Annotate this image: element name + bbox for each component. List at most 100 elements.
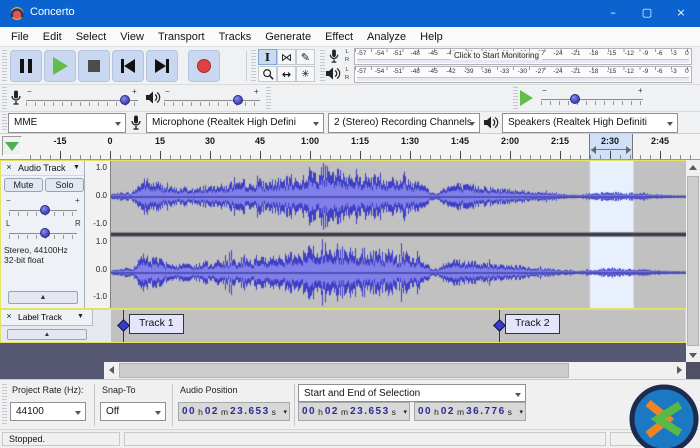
scroll-up-button[interactable] bbox=[686, 160, 700, 174]
caret-down-icon[interactable]: ▾ bbox=[403, 408, 407, 416]
timeline-options-button[interactable] bbox=[2, 136, 22, 156]
label-handle-icon[interactable] bbox=[493, 319, 506, 332]
device-toolbar: MME Microphone (Realtek High Defini 2 (S… bbox=[0, 112, 700, 134]
chevron-down-icon bbox=[515, 393, 521, 397]
menu-item[interactable]: Effect bbox=[318, 27, 360, 47]
track-title[interactable]: Audio Track bbox=[18, 163, 66, 173]
overlay-logo bbox=[628, 383, 700, 448]
label-track-title[interactable]: Label Track bbox=[18, 312, 62, 322]
audio-position-field[interactable]: 00h02m23.653s▾ bbox=[178, 402, 290, 421]
caret-down-icon[interactable]: ▾ bbox=[519, 408, 523, 416]
selection-tool-button[interactable]: I bbox=[258, 49, 277, 65]
label-text-box[interactable]: Track 1 bbox=[129, 314, 184, 334]
slider-thumb[interactable] bbox=[570, 94, 580, 104]
audio-host-select[interactable]: MME bbox=[8, 113, 126, 133]
toolbar-grip[interactable] bbox=[2, 87, 7, 109]
snap-to-select[interactable]: Off bbox=[100, 402, 166, 421]
menu-item[interactable]: Tracks bbox=[212, 27, 259, 47]
scroll-right-button[interactable] bbox=[672, 363, 686, 377]
menu-item[interactable]: View bbox=[113, 27, 151, 47]
label-text-box[interactable]: Track 2 bbox=[505, 314, 560, 334]
waveform-canvas[interactable] bbox=[111, 161, 687, 308]
time-unit: m bbox=[457, 407, 464, 417]
stop-button[interactable] bbox=[78, 50, 110, 82]
vertical-scroll-thumb[interactable] bbox=[687, 176, 699, 346]
horizontal-scroll-thumb[interactable] bbox=[119, 363, 569, 378]
playback-device-speaker-icon bbox=[484, 116, 499, 129]
meter-scale-number: -42 bbox=[446, 68, 455, 75]
mute-button[interactable]: Mute bbox=[4, 178, 43, 192]
monitoring-overlay[interactable]: Click to Start Monitoring bbox=[451, 51, 542, 60]
close-track-button[interactable]: × bbox=[3, 311, 15, 323]
vertical-scrollbar[interactable] bbox=[686, 160, 700, 362]
label-handle-icon[interactable] bbox=[117, 319, 130, 332]
minimize-button[interactable]: – bbox=[596, 0, 630, 27]
playback-volume-slider[interactable] bbox=[164, 92, 260, 108]
waveform-area[interactable] bbox=[111, 161, 687, 308]
scroll-left-button[interactable] bbox=[104, 363, 118, 377]
menu-item[interactable]: File bbox=[4, 27, 36, 47]
play-button[interactable] bbox=[44, 50, 76, 82]
toolbar-grip[interactable] bbox=[2, 114, 7, 132]
menu-item[interactable]: Transport bbox=[151, 27, 212, 47]
playback-meter[interactable]: -57-54-51-48-45-42-39-36-33-30-27-24-21-… bbox=[354, 66, 692, 83]
toolbar-grip[interactable] bbox=[513, 87, 518, 109]
menu-item[interactable]: Analyze bbox=[360, 27, 413, 47]
selection-start-field[interactable]: 00h02m23.653s▾ bbox=[298, 402, 410, 421]
close-button[interactable]: × bbox=[664, 0, 698, 27]
maximize-button[interactable]: ▢ bbox=[630, 0, 664, 27]
vscale-label: 1.0 bbox=[96, 163, 107, 172]
meter-scale-number: -9 bbox=[643, 68, 649, 75]
meter-scale-number: -18 bbox=[589, 68, 598, 75]
skip-to-start-button[interactable] bbox=[112, 50, 144, 82]
recording-volume-slider[interactable] bbox=[26, 92, 138, 108]
draw-tool-button[interactable]: ✎ bbox=[296, 49, 315, 65]
multi-tool-button[interactable]: ✳ bbox=[296, 66, 315, 82]
project-rate-select[interactable]: 44100 bbox=[10, 402, 86, 421]
selection-mode-select[interactable]: Start and End of Selection bbox=[298, 384, 526, 402]
horizontal-scrollbar[interactable] bbox=[104, 362, 686, 379]
collapse-track-button[interactable]: ▲ bbox=[8, 291, 78, 304]
track-area: × Audio Track ▼ Mute Solo − + L R Stereo… bbox=[0, 160, 700, 362]
zoom-tool-button[interactable] bbox=[258, 66, 277, 82]
menu-item[interactable]: Edit bbox=[36, 27, 69, 47]
recording-channels-select[interactable]: 2 (Stereo) Recording Channels bbox=[328, 113, 480, 133]
toolbar-grip[interactable] bbox=[2, 50, 7, 82]
track-menu-icon[interactable]: ▼ bbox=[77, 313, 84, 320]
selection-end-field[interactable]: 00h02m36.776s▾ bbox=[414, 402, 526, 421]
toolbar-grip[interactable] bbox=[266, 87, 271, 109]
time-shift-tool-button[interactable]: ↔ bbox=[277, 66, 296, 82]
toolbar-grip[interactable] bbox=[320, 50, 325, 82]
menu-item[interactable]: Generate bbox=[258, 27, 318, 47]
solo-button[interactable]: Solo bbox=[45, 178, 84, 192]
status-cell: Stopped. bbox=[2, 432, 120, 446]
status-bar: Stopped. bbox=[0, 429, 700, 448]
toolbar-grip[interactable] bbox=[251, 50, 256, 82]
label-track-canvas[interactable]: Track 1 Track 2 bbox=[111, 310, 685, 342]
vertical-scale-ruler[interactable]: 1.0 0.0 -1.0 1.0 0.0 -1.0 bbox=[85, 161, 111, 308]
time-unit: m bbox=[221, 407, 228, 417]
play-at-speed-button[interactable] bbox=[520, 90, 533, 106]
track-menu-icon[interactable]: ▼ bbox=[73, 164, 80, 171]
scroll-down-button[interactable] bbox=[686, 348, 700, 362]
timeline-ruler[interactable]: -1501530451:001:151:301:452:002:152:302:… bbox=[24, 134, 692, 159]
caret-down-icon[interactable]: ▾ bbox=[283, 408, 287, 416]
timeline-label: 2:00 bbox=[501, 136, 519, 146]
pause-button[interactable] bbox=[10, 50, 42, 82]
timeline-label: 1:00 bbox=[301, 136, 319, 146]
play-speed-slider[interactable] bbox=[541, 91, 643, 107]
menu-item[interactable]: Select bbox=[69, 27, 114, 47]
recording-device-select[interactable]: Microphone (Realtek High Defini bbox=[146, 113, 324, 133]
collapse-track-button[interactable]: ▲ bbox=[7, 329, 87, 340]
recording-meter[interactable]: -57-54-51-48-45-42-39-36-33-30-27-24-21-… bbox=[354, 48, 692, 65]
skip-to-end-button[interactable] bbox=[146, 50, 178, 82]
gain-slider[interactable] bbox=[9, 202, 77, 218]
playback-device-select[interactable]: Speakers (Realtek High Definiti bbox=[502, 113, 678, 133]
toolbar-grip[interactable] bbox=[2, 384, 7, 426]
close-track-button[interactable]: × bbox=[3, 162, 15, 174]
pan-slider[interactable] bbox=[9, 225, 77, 241]
menu-item[interactable]: Help bbox=[413, 27, 450, 47]
meter-scale-number: 0 bbox=[685, 50, 689, 57]
envelope-tool-button[interactable]: ⋈ bbox=[277, 49, 296, 65]
record-button[interactable] bbox=[188, 50, 220, 82]
